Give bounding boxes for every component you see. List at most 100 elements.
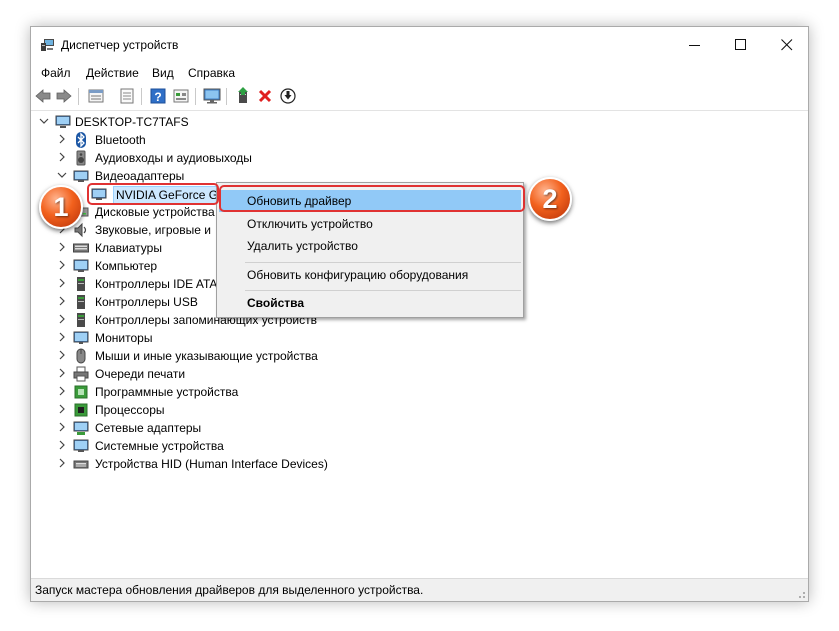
tree-item-hid[interactable]: Устройства HID (Human Interface Devices) <box>31 455 431 473</box>
document-icon <box>120 88 134 104</box>
tree-item-monitors[interactable]: Мониторы <box>31 329 431 347</box>
tree-item-label: Звуковые, игровые и <box>95 223 211 237</box>
menu-item-label: Удалить устройство <box>247 239 358 253</box>
chevron-right-icon[interactable] <box>57 368 67 378</box>
keyboard-icon <box>73 243 89 253</box>
help-button[interactable]: ? <box>149 87 167 105</box>
menu-file[interactable]: Файл <box>41 66 71 80</box>
menu-action[interactable]: Действие <box>86 66 139 80</box>
tree-item-label: Сетевые адаптеры <box>95 421 202 435</box>
chevron-right-icon[interactable] <box>57 134 67 144</box>
menu-item-properties[interactable]: Свойства <box>219 292 521 314</box>
maximize-button[interactable] <box>718 27 764 63</box>
tree-item-label: Мыши и иные указывающие устройства <box>95 349 318 363</box>
document-button[interactable] <box>118 87 136 105</box>
tree-item-label: Клавиатуры <box>95 241 162 255</box>
tree-item-label: Мониторы <box>95 331 153 345</box>
tree-item-label: Аудиовходы и аудиовыходы <box>95 151 252 165</box>
resize-grip-icon[interactable] <box>796 589 806 599</box>
chevron-right-icon[interactable] <box>57 458 67 468</box>
menu-item-scan-hardware[interactable]: Обновить конфигурацию оборудования <box>219 264 521 286</box>
usb-icon <box>77 295 85 309</box>
monitor-icon <box>73 331 89 344</box>
tree-item-bluetooth[interactable]: Bluetooth <box>31 131 431 149</box>
highlight-box-device <box>87 183 219 205</box>
menu-item-uninstall-device[interactable]: Удалить устройство <box>219 235 521 257</box>
chevron-down-icon[interactable] <box>57 170 67 180</box>
menu-item-label: Обновить конфигурацию оборудования <box>247 268 469 282</box>
menu-view[interactable]: Вид <box>152 66 174 80</box>
back-arrow-icon <box>35 89 51 103</box>
tree-item-label: Дисковые устройства <box>95 205 215 219</box>
chevron-right-icon[interactable] <box>57 278 67 288</box>
tree-root-label: DESKTOP-TC7TAFS <box>75 115 189 129</box>
chevron-right-icon[interactable] <box>57 296 67 306</box>
monitor-scan-icon <box>203 88 221 104</box>
chevron-right-icon[interactable] <box>57 386 67 396</box>
scan-hardware-button[interactable] <box>203 87 221 105</box>
software-device-icon <box>74 385 88 399</box>
mouse-icon <box>76 348 86 364</box>
tree-item-label: Контроллеры IDE ATA <box>95 277 218 291</box>
remove-device-button[interactable] <box>256 87 274 105</box>
tree-item-network[interactable]: Сетевые адаптеры <box>31 419 431 437</box>
menu-item-disable-device[interactable]: Отключить устройство <box>219 213 521 235</box>
toolbar-separator <box>195 88 196 105</box>
properties-list-button[interactable] <box>87 87 105 105</box>
chevron-right-icon[interactable] <box>57 422 67 432</box>
system-device-icon <box>73 439 89 452</box>
back-button[interactable] <box>34 87 52 105</box>
remove-device-icon <box>258 89 272 103</box>
status-bar: Запуск мастера обновления драйверов для … <box>31 578 808 601</box>
tree-item-print-queues[interactable]: Очереди печати <box>31 365 431 383</box>
chevron-right-icon[interactable] <box>57 332 67 342</box>
network-adapter-icon <box>73 421 89 435</box>
forward-button[interactable] <box>55 87 73 105</box>
chevron-right-icon[interactable] <box>57 314 67 324</box>
toolbar-separator <box>141 88 142 105</box>
chevron-right-icon[interactable] <box>57 404 67 414</box>
tree-item-label: Процессоры <box>95 403 165 417</box>
minimize-icon <box>689 45 700 46</box>
tree-item-processors[interactable]: Процессоры <box>31 401 431 419</box>
tree-item-label: Видеоадаптеры <box>95 169 185 183</box>
printer-icon <box>73 366 89 382</box>
title-bar: Диспетчер устройств <box>31 27 808 63</box>
details-view-button[interactable] <box>172 87 190 105</box>
close-icon <box>781 39 793 51</box>
storage-controller-icon <box>77 313 85 327</box>
chevron-right-icon[interactable] <box>57 260 67 270</box>
tree-item-label: Системные устройства <box>95 439 224 453</box>
svg-text:?: ? <box>154 90 161 104</box>
menu-separator <box>245 262 521 263</box>
tree-item-audio[interactable]: Аудиовходы и аудиовыходы <box>31 149 431 167</box>
tree-item-label: Bluetooth <box>95 133 146 147</box>
tree-root[interactable]: DESKTOP-TC7TAFS <box>31 113 431 131</box>
toolbar-separator <box>78 88 79 105</box>
minimize-button[interactable] <box>672 27 718 63</box>
device-manager-icon <box>41 39 55 51</box>
processor-icon <box>74 403 88 417</box>
chevron-down-icon[interactable] <box>39 116 49 126</box>
install-button[interactable] <box>279 87 297 105</box>
computer-icon <box>73 259 89 272</box>
forward-arrow-icon <box>56 89 72 103</box>
tree-item-label: Компьютер <box>95 259 158 273</box>
menu-help[interactable]: Справка <box>188 66 235 80</box>
menu-item-label: Свойства <box>247 296 305 310</box>
tree-item-mice[interactable]: Мыши и иные указывающие устройства <box>31 347 431 365</box>
chevron-right-icon[interactable] <box>57 440 67 450</box>
tree-item-system[interactable]: Системные устройства <box>31 437 431 455</box>
menu-item-label: Отключить устройство <box>247 217 373 231</box>
chevron-right-icon[interactable] <box>57 350 67 360</box>
step-badge-1: 1 <box>39 185 83 229</box>
chevron-right-icon[interactable] <box>57 152 67 162</box>
update-driver-button[interactable] <box>234 87 252 105</box>
tree-item-label: Контроллеры USB <box>95 295 198 309</box>
display-adapter-icon <box>73 170 89 182</box>
chevron-right-icon[interactable] <box>57 242 67 252</box>
close-button[interactable] <box>764 27 810 63</box>
update-driver-icon <box>238 87 248 103</box>
tree-item-software-devices[interactable]: Программные устройства <box>31 383 431 401</box>
computer-root-icon <box>55 115 71 128</box>
